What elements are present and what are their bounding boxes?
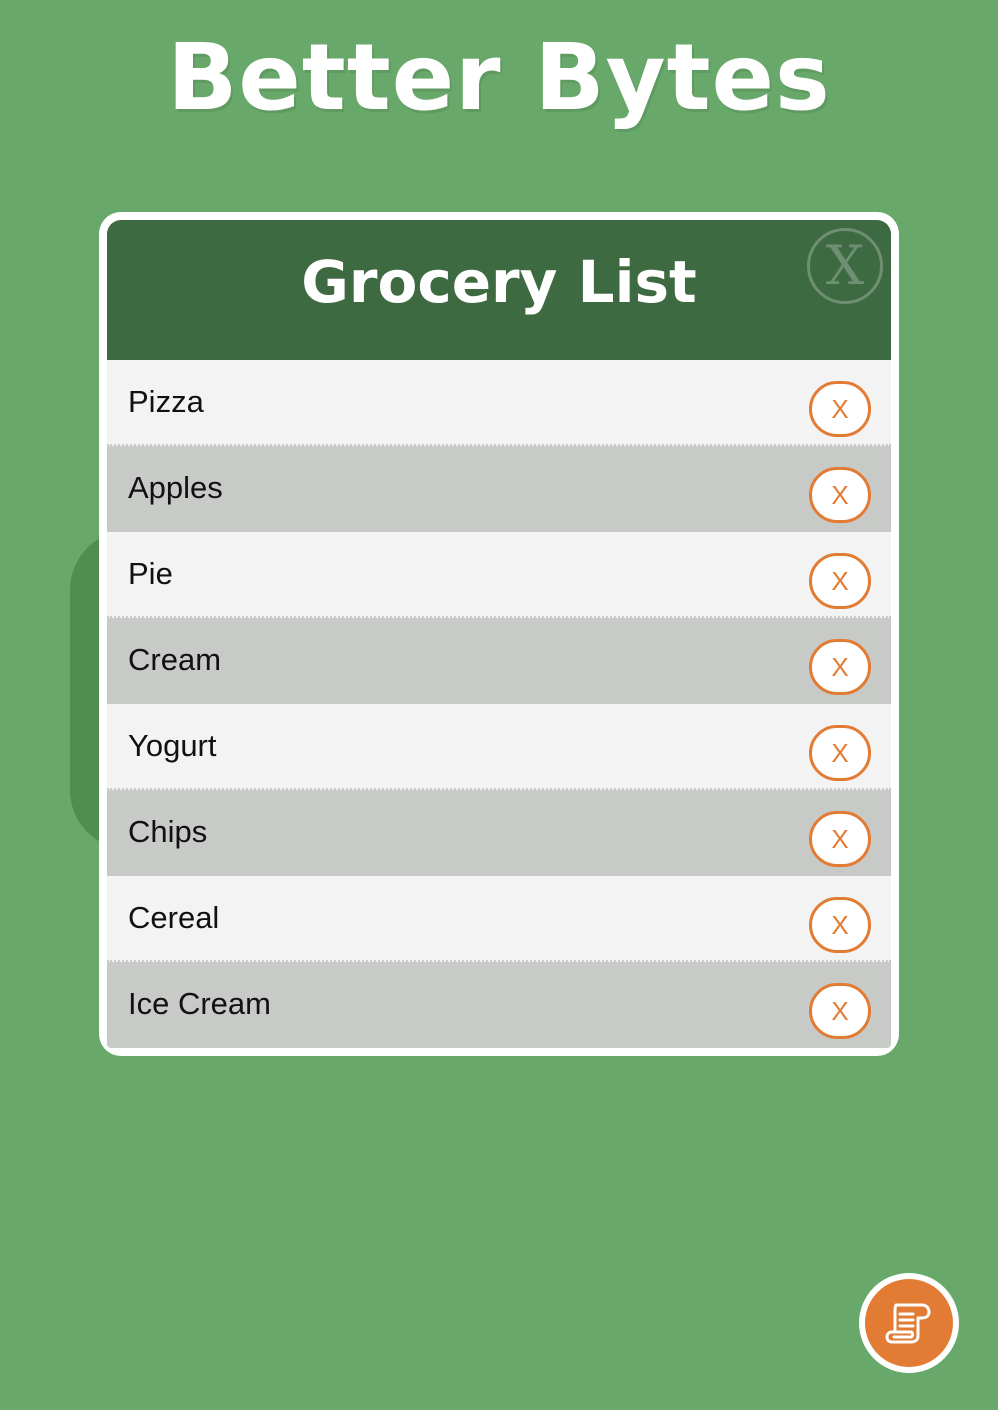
modal-content: Grocery List X Pizza X Apples X Pie X Cr… <box>107 220 891 1048</box>
remove-item-button[interactable]: X <box>809 553 871 609</box>
remove-item-button[interactable]: X <box>809 639 871 695</box>
item-name: Chips <box>128 814 208 849</box>
grocery-list: Pizza X Apples X Pie X Cream X Yogurt X … <box>107 360 891 1048</box>
list-item: Ice Cream X <box>107 962 891 1048</box>
list-item: Cream X <box>107 618 891 704</box>
remove-item-button[interactable]: X <box>809 983 871 1039</box>
scroll-list-icon <box>882 1294 936 1353</box>
item-name: Pie <box>128 556 173 591</box>
item-name: Pizza <box>128 384 204 419</box>
close-modal-button[interactable]: X <box>807 228 883 304</box>
list-item: Apples X <box>107 446 891 532</box>
item-name: Cream <box>128 642 222 677</box>
app-title: Better Bytes <box>167 24 831 131</box>
item-name: Apples <box>128 470 223 505</box>
item-name: Cereal <box>128 900 220 935</box>
remove-item-button[interactable]: X <box>809 467 871 523</box>
list-item: Chips X <box>107 790 891 876</box>
fab-circle <box>865 1279 953 1367</box>
modal-header: Grocery List X <box>107 220 891 360</box>
modal-title: Grocery List <box>301 248 697 316</box>
list-item: Pizza X <box>107 360 891 446</box>
remove-item-button[interactable]: X <box>809 897 871 953</box>
item-name: Ice Cream <box>128 986 271 1021</box>
list-item: Yogurt X <box>107 704 891 790</box>
list-item: Pie X <box>107 532 891 618</box>
item-name: Yogurt <box>128 728 217 763</box>
grocery-list-button[interactable] <box>859 1273 959 1373</box>
grocery-list-modal: Grocery List X Pizza X Apples X Pie X Cr… <box>99 212 899 1056</box>
remove-item-button[interactable]: X <box>809 725 871 781</box>
remove-item-button[interactable]: X <box>809 381 871 437</box>
list-item: Cereal X <box>107 876 891 962</box>
remove-item-button[interactable]: X <box>809 811 871 867</box>
